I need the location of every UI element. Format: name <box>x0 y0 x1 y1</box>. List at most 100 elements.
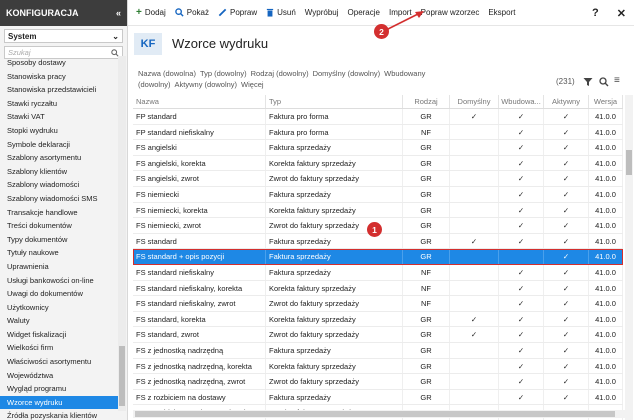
add-button[interactable]: + Dodaj <box>136 7 166 18</box>
table-horizontal-scrollbar[interactable] <box>133 410 625 418</box>
column-header[interactable]: Aktywny <box>544 95 589 108</box>
help-icon[interactable]: ? <box>592 7 599 19</box>
sidebar-item[interactable]: Widget fiskalizacji <box>0 328 118 342</box>
sidebar-item[interactable]: Użytkownicy <box>0 301 118 315</box>
sidebar-item[interactable]: Usługi bankowości on-line <box>0 274 118 288</box>
table-cell: ✓ <box>544 218 589 233</box>
sidebar-title: KONFIGURACJA <box>6 8 79 18</box>
table-row[interactable]: FS z jednostką nadrzędną, korekta Korekta… <box>133 358 623 375</box>
sidebar-item[interactable]: Treści dokumentów <box>0 219 118 233</box>
table-cell: ✓ <box>499 186 544 202</box>
table-cell: 41.0.0 <box>589 389 623 405</box>
table-row[interactable]: FS standard niefiskalny, zwrot Zwrot do f… <box>133 296 623 312</box>
sidebar-item[interactable]: Uprawnienia <box>0 260 118 274</box>
sidebar-item[interactable]: Wielkości firm <box>0 341 118 355</box>
table-row[interactable]: FS standard + opis pozycji Faktura sprzed… <box>133 249 623 265</box>
sidebar-item[interactable]: Transakcje handlowe <box>0 206 118 220</box>
table-scroll-thumb[interactable] <box>626 150 632 175</box>
search-icon[interactable] <box>599 77 609 87</box>
sidebar-item[interactable]: Stanowiska pracy <box>0 70 118 84</box>
column-header[interactable]: Wbudowa... <box>499 95 544 108</box>
column-header[interactable]: Nazwa <box>133 95 266 108</box>
try-button[interactable]: Wypróbuj <box>305 8 339 17</box>
close-icon[interactable]: ✕ <box>617 7 626 20</box>
sidebar-item[interactable]: Symbole deklaracji <box>0 138 118 152</box>
table-cell: NF <box>403 124 450 140</box>
table-hscroll-thumb[interactable] <box>135 411 615 417</box>
table-vertical-scrollbar[interactable] <box>625 95 633 420</box>
table-cell: 41.0.0 <box>589 311 623 327</box>
show-button[interactable]: Pokaż <box>174 8 209 17</box>
sidebar-item[interactable]: Waluty <box>0 314 118 328</box>
table-cell: Korekta faktury sprzedaży <box>266 358 403 374</box>
table-cell: Faktura sprzedaży <box>266 233 403 249</box>
sidebar-item[interactable]: Wygląd programu <box>0 382 118 396</box>
table-cell: FS niemiecki <box>133 186 266 202</box>
column-header[interactable]: Rodzaj <box>403 95 450 108</box>
filter-chip[interactable]: Nazwa (dowolna) <box>138 69 196 78</box>
sidebar-item[interactable]: Szablony asortymentu <box>0 151 118 165</box>
sidebar-item[interactable]: Szablony wiadomości SMS <box>0 192 118 206</box>
delete-button[interactable]: Usuń <box>266 8 296 17</box>
table-cell: FS z jednostką nadrzędną, korekta <box>133 358 266 374</box>
table-cell <box>450 342 499 358</box>
table-row[interactable]: FP standard niefiskalny Faktura pro forma… <box>133 124 623 141</box>
sidebar-item[interactable]: Stawki ryczałtu <box>0 97 118 111</box>
try-label: Wypróbuj <box>304 8 339 17</box>
sidebar-item[interactable]: Uwagi do dokumentów <box>0 287 118 301</box>
table-cell: 41.0.0 <box>589 342 623 358</box>
table-row[interactable]: FS z rozbiciem na dostawy Faktura sprzeda… <box>133 389 623 406</box>
sidebar-item[interactable]: Typy dokumentów <box>0 233 118 247</box>
export-button[interactable]: Eksport <box>488 8 515 17</box>
table-row[interactable]: FS standard niefiskalny Faktura sprzedaży… <box>133 264 623 281</box>
sidebar-item[interactable]: Szablony klientów <box>0 165 118 179</box>
column-header[interactable]: Domyślny <box>450 95 499 108</box>
system-select-value: System <box>8 31 37 41</box>
table-row[interactable]: FS niemiecki Faktura sprzedaży GR ✓ ✓ 41.0.0 <box>133 186 623 203</box>
table-row[interactable]: FS angielski, korekta Korekta faktury spr… <box>133 155 623 172</box>
filter-chip[interactable]: Więcej <box>241 80 264 89</box>
filter-icon[interactable] <box>583 77 593 87</box>
sidebar-item[interactable]: Sposoby dostawy <box>0 56 118 70</box>
sidebar-scrollbar[interactable] <box>118 56 126 411</box>
sidebar-item[interactable]: Województwa <box>0 369 118 383</box>
column-header[interactable]: Wersja <box>589 95 623 108</box>
table-row[interactable]: FS angielski, zwrot Zwrot do faktury sprz… <box>133 171 623 187</box>
table-row[interactable]: FS z jednostką nadrzędną Faktura sprzedaż… <box>133 342 623 359</box>
collapse-left-icon[interactable]: « <box>116 8 121 18</box>
filter-chip[interactable]: Domyślny (dowolny) <box>313 69 381 78</box>
table-cell: ✓ <box>499 155 544 171</box>
table-row[interactable]: FS niemiecki, korekta Korekta faktury spr… <box>133 202 623 219</box>
table-cell: FS standard <box>133 233 266 249</box>
table-row[interactable]: FS standard niefiskalny, korekta Korekta … <box>133 280 623 297</box>
sidebar-item[interactable]: Właściwości asortymentu <box>0 355 118 369</box>
table-row[interactable]: FS standard, korekta Korekta faktury sprz… <box>133 311 623 328</box>
sidebar-item[interactable]: Wzorce wydruku <box>0 395 118 410</box>
sidebar-item[interactable]: Szablony wiadomości <box>0 178 118 192</box>
filter-chip[interactable]: Aktywny (dowolny) <box>175 80 238 89</box>
sidebar-scroll-thumb[interactable] <box>119 346 125 406</box>
sidebar-item[interactable]: Stopki wydruku <box>0 124 118 138</box>
table-cell: FS z jednostką nadrzędną <box>133 342 266 358</box>
sidebar-item[interactable]: Stanowiska przedstawicieli <box>0 83 118 97</box>
sidebar-item[interactable]: Stawki VAT <box>0 110 118 124</box>
callout-1: 1 <box>367 222 382 237</box>
filter-chip[interactable]: Rodzaj (dowolny) <box>251 69 309 78</box>
operations-button[interactable]: Operacje <box>348 8 380 17</box>
table-row[interactable]: FS z jednostką nadrzędną, zwrot Zwrot do … <box>133 374 623 390</box>
menu-icon[interactable]: ≡ <box>614 75 620 86</box>
column-header[interactable]: Typ <box>266 95 403 108</box>
filter-chip[interactable]: Typ (dowolny) <box>200 69 247 78</box>
table-row[interactable]: FS standard, zwrot Zwrot do faktury sprze… <box>133 327 623 343</box>
sidebar-item[interactable]: Tytuły naukowe <box>0 246 118 260</box>
table-cell: GR <box>403 249 450 264</box>
system-select[interactable]: System ⌄ <box>4 29 123 43</box>
table-cell: FS angielski <box>133 140 266 155</box>
sidebar-item[interactable]: Źródła pozyskania klientów <box>0 409 118 420</box>
table-cell: Zwrot do faktury sprzedaży <box>266 296 403 311</box>
table-cell: FP standard niefiskalny <box>133 124 266 140</box>
edit-button[interactable]: Popraw <box>218 8 257 17</box>
table-row[interactable]: FS angielski Faktura sprzedaży GR ✓ ✓ 41.0.0 <box>133 140 623 156</box>
table-row[interactable]: FP standard Faktura pro forma GR ✓ ✓ ✓ 41.0.0 <box>133 109 623 125</box>
edit-template-button[interactable]: Popraw wzorzec <box>421 8 480 17</box>
